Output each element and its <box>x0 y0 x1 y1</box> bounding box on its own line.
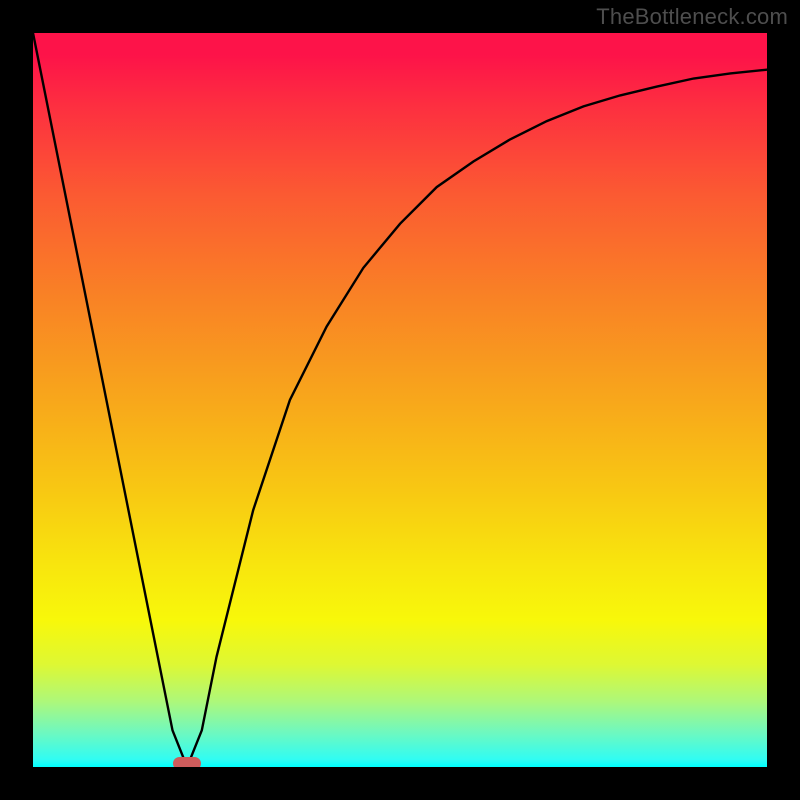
plot-area <box>33 33 767 767</box>
chart-frame: TheBottleneck.com <box>0 0 800 800</box>
optimal-marker <box>173 757 201 767</box>
watermark-text: TheBottleneck.com <box>596 4 788 30</box>
bottleneck-curve <box>33 33 767 767</box>
